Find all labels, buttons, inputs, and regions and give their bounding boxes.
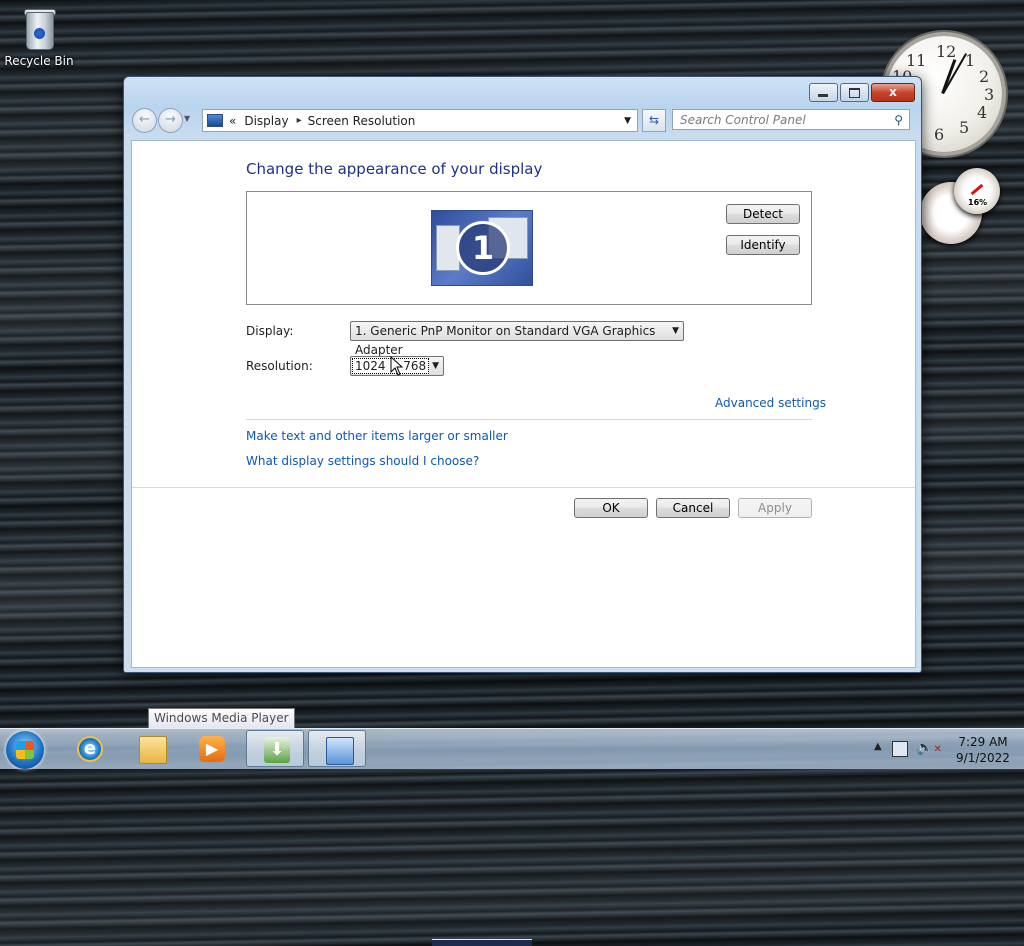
taskbar: e ▶ ⬇ ▲ 🔈✕ 7:29 AM 9/1/2022 (0, 728, 1024, 769)
advanced-settings-link[interactable]: Advanced settings (715, 396, 826, 410)
monitor-taskbar-graphic (432, 939, 532, 946)
clock-time: 7:29 AM (958, 735, 1008, 749)
forward-arrow-icon: → (165, 112, 176, 127)
clock-number: 6 (934, 125, 945, 144)
download-icon: ⬇ (264, 737, 290, 763)
address-dropdown-icon[interactable]: ▼ (624, 116, 631, 126)
breadcrumb-screen-resolution[interactable]: Screen Resolution (308, 114, 416, 128)
identify-button[interactable]: Identify (726, 235, 800, 255)
display-select[interactable]: 1. Generic PnP Monitor on Standard VGA G… (350, 321, 684, 357)
display-settings-help-link[interactable]: What display settings should I choose? (246, 454, 479, 468)
maximize-button[interactable] (840, 83, 869, 102)
taskbar-internet-explorer[interactable]: e (60, 730, 118, 767)
breadcrumb-separator-icon[interactable]: ▸ (297, 115, 302, 126)
control-panel-icon (207, 114, 223, 127)
cancel-button[interactable]: Cancel (656, 498, 730, 518)
clock-number: 2 (979, 67, 990, 86)
system-tray: ▲ 🔈✕ 7:29 AM 9/1/2022 (864, 729, 1024, 769)
cpu-meter-gadget[interactable]: 16% (920, 168, 1000, 254)
clock-number: 5 (959, 118, 970, 137)
display-select-value: 1. Generic PnP Monitor on Standard VGA G… (355, 324, 656, 357)
volume-muted-icon[interactable]: 🔈✕ (916, 740, 942, 756)
clock[interactable]: 7:29 AM 9/1/2022 (948, 734, 1018, 766)
recycle-bin-label: Recycle Bin (4, 54, 74, 68)
taskbar-control-panel[interactable] (308, 730, 366, 767)
start-button[interactable] (6, 731, 44, 769)
caption-buttons: x (809, 83, 915, 102)
show-hidden-icons[interactable]: ▲ (874, 741, 882, 752)
taskbar-tooltip: Windows Media Player (148, 708, 295, 729)
mouse-cursor-icon (390, 356, 404, 376)
search-placeholder: Search Control Panel (680, 113, 806, 127)
address-bar[interactable]: « Display ▸ Screen Resolution ▼ (202, 109, 638, 132)
screen-resolution-window[interactable]: x ← → ▼ « Display ▸ Screen Resolution ▼ … (123, 76, 922, 946)
divider (132, 487, 915, 488)
close-button[interactable]: x (871, 83, 915, 102)
navigation-bar: ← → ▼ « Display ▸ Screen Resolution ▼ ⇆ … (130, 108, 915, 133)
control-panel-icon (326, 737, 354, 765)
internet-explorer-icon: e (77, 736, 103, 762)
refresh-button[interactable]: ⇆ (642, 109, 666, 132)
apply-button[interactable]: Apply (738, 498, 812, 518)
monitor-1-icon[interactable]: 1 (431, 210, 533, 946)
resolution-label: Resolution: (246, 359, 313, 373)
address-prefix[interactable]: « (229, 114, 236, 128)
content-pane: Change the appearance of your display 1 … (131, 140, 916, 946)
minimize-button[interactable] (809, 83, 838, 102)
network-icon[interactable] (892, 741, 908, 757)
clock-number: 3 (984, 85, 995, 104)
recycle-bin-icon (22, 6, 56, 50)
clock-number: 11 (906, 51, 927, 70)
maximize-icon (849, 88, 860, 98)
text-size-link[interactable]: Make text and other items larger or smal… (246, 429, 508, 443)
search-icon[interactable]: ⚲ (894, 110, 903, 131)
back-button[interactable]: ← (132, 108, 157, 133)
taskbar-windows-media-player[interactable]: ▶ (182, 730, 240, 767)
taskbar-download-app[interactable]: ⬇ (246, 730, 304, 767)
minimize-icon (818, 94, 828, 97)
recycle-bin[interactable]: Recycle Bin (4, 6, 74, 68)
refresh-icon: ⇆ (648, 113, 660, 127)
nav-buttons: ← → ▼ (132, 108, 196, 133)
detect-button[interactable]: Detect (726, 204, 800, 224)
clock-date: 9/1/2022 (956, 751, 1010, 765)
media-player-icon: ▶ (199, 736, 225, 762)
cpu-percent: 16% (968, 198, 988, 207)
display-preview-area: 1 Detect Identify (246, 191, 812, 946)
breadcrumb-display[interactable]: Display (244, 114, 288, 128)
windows-logo-icon (16, 741, 34, 759)
page-title: Change the appearance of your display (246, 160, 543, 178)
monitor-number: 1 (456, 221, 510, 275)
clock-number: 4 (977, 103, 988, 122)
back-arrow-icon: ← (139, 112, 150, 127)
forward-button[interactable]: → (158, 108, 183, 133)
divider (246, 419, 812, 420)
folder-icon (139, 736, 167, 764)
ok-button[interactable]: OK (574, 498, 648, 518)
search-input[interactable]: Search Control Panel ⚲ (672, 109, 910, 130)
taskbar-windows-explorer[interactable] (122, 730, 180, 767)
chevron-down-icon: ▼ (432, 361, 439, 371)
chevron-down-icon: ▼ (672, 326, 679, 336)
recent-pages-icon[interactable]: ▼ (184, 114, 190, 123)
display-label: Display: (246, 324, 294, 338)
